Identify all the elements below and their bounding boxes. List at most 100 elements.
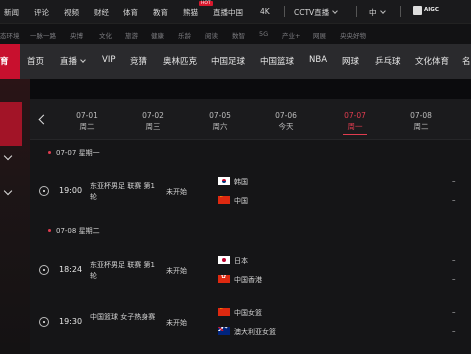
chevron-down-icon <box>332 8 339 14</box>
team-name: 韩国 <box>234 178 248 186</box>
flag-china-icon <box>218 196 230 204</box>
divider <box>356 6 357 17</box>
score-home: – <box>452 308 456 316</box>
team-name: 澳大利亚女篮 <box>234 328 276 336</box>
subnav-item[interactable]: 央博 <box>70 30 83 40</box>
match-time: 19:30 <box>59 317 83 326</box>
top-navigation: 新闻 评论 视频 财经 体育 教育 熊猫 HOT 直播中国 4K CCTV直播 … <box>0 0 471 23</box>
team-home: 韩国 <box>218 177 248 187</box>
subnav-item[interactable]: 央央好物 <box>340 30 366 40</box>
cctv-live-dropdown[interactable]: CCTV直播 <box>294 7 339 18</box>
language-label: 中 <box>369 8 377 17</box>
hot-badge: HOT <box>199 1 213 6</box>
subnav-item[interactable]: 产业+ <box>282 30 300 40</box>
score-away: – <box>452 327 456 335</box>
subnav-item[interactable]: 网展 <box>313 30 326 40</box>
match-status: 未开始 <box>166 319 187 327</box>
topnav-item-comment[interactable]: 评论 <box>34 7 49 18</box>
sportnav-item-table-tennis[interactable]: 乒乓球 <box>375 55 401 67</box>
left-background <box>0 79 30 354</box>
date-tab-day: 周二 <box>413 122 429 131</box>
chevron-down-icon <box>379 8 386 14</box>
sportnav-item-live-dropdown[interactable]: 直播 <box>60 55 86 67</box>
sports-navigation: 首页 直播 VIP 竞猜 奥林匹克 中国足球 中国篮球 NBA 网球 乒乓球 文… <box>0 44 471 79</box>
subnav-item[interactable]: 阅读 <box>205 30 218 40</box>
date-tab-date: 07-01 <box>76 111 98 120</box>
chevron-down-icon[interactable] <box>3 186 13 196</box>
sportnav-item-home[interactable]: 首页 <box>27 55 44 67</box>
day-header: 07-07 星期一 <box>48 148 100 158</box>
subnav-item[interactable]: 健康 <box>151 30 164 40</box>
topnav-item-panda[interactable]: 熊猫 <box>183 7 198 18</box>
topnav-item-4k[interactable]: 4K <box>260 7 270 16</box>
secondary-navigation: 态环境 一脉一路 央博 文化 旅游 健康 乐龄 阅读 数智 5G 产业+ 网展 … <box>0 23 471 44</box>
chevron-left-icon[interactable] <box>38 114 49 125</box>
date-tab[interactable]: 07-05 周六 <box>198 110 242 132</box>
flag-korea-icon <box>218 177 230 185</box>
aigc-logo[interactable]: AIGC <box>413 6 439 15</box>
topnav-item-news[interactable]: 新闻 <box>4 7 19 18</box>
topnav-item-education[interactable]: 教育 <box>153 7 168 18</box>
sportnav-item-more[interactable]: 名 <box>462 55 471 67</box>
subnav-item[interactable]: 一脉一路 <box>30 30 56 40</box>
subnav-item[interactable]: 态环境 <box>0 30 20 40</box>
day-header-label: 07-08 星期二 <box>56 227 100 235</box>
football-icon <box>39 265 49 275</box>
subnav-item[interactable]: 旅游 <box>125 30 138 40</box>
red-banner <box>0 102 22 146</box>
sports-logo[interactable]: 育 <box>0 44 20 79</box>
sportnav-item-olympics[interactable]: 奥林匹克 <box>163 55 197 67</box>
day-header-label: 07-07 星期一 <box>56 149 100 157</box>
sportnav-item-vip[interactable]: VIP <box>102 55 115 65</box>
match-title: 中国篮球 女子热身赛 <box>90 313 156 321</box>
date-tab-date: 07-08 <box>410 111 432 120</box>
date-tab-date: 07-07 <box>344 111 366 120</box>
score-home: – <box>452 256 456 264</box>
team-home: 日本 <box>218 256 248 266</box>
topnav-item-sports[interactable]: 体育 <box>123 7 138 18</box>
topnav-item-video[interactable]: 视频 <box>64 7 79 18</box>
topnav-item-live-china[interactable]: 直播中国 <box>213 7 243 18</box>
subnav-item[interactable]: 乐龄 <box>178 30 191 40</box>
aigc-icon <box>413 6 422 15</box>
divider <box>400 6 401 17</box>
date-tab[interactable]: 07-02 周三 <box>131 110 175 132</box>
sports-logo-text: 育 <box>0 57 9 67</box>
sportnav-item-nba[interactable]: NBA <box>309 55 327 65</box>
match-status: 未开始 <box>166 188 187 196</box>
match-status: 未开始 <box>166 267 187 275</box>
sportnav-item-tennis[interactable]: 网球 <box>342 55 359 67</box>
sportnav-item-china-football[interactable]: 中国足球 <box>211 55 245 67</box>
date-tab-day: 周三 <box>145 122 161 131</box>
date-tab-day: 今天 <box>278 122 294 131</box>
date-tab-date: 07-06 <box>275 111 297 120</box>
score-home: – <box>452 177 456 185</box>
flag-japan-icon <box>218 256 230 264</box>
date-tab[interactable]: 07-08 周二 <box>399 110 443 132</box>
flag-china-icon <box>218 308 230 316</box>
team-name: 中国 <box>234 197 248 205</box>
subnav-item[interactable]: 5G <box>259 30 268 38</box>
sportnav-item-china-basketball[interactable]: 中国篮球 <box>260 55 294 67</box>
sportnav-item-quiz[interactable]: 竞猜 <box>130 55 147 67</box>
sportnav-item-culture-sports[interactable]: 文化体育 <box>415 55 449 67</box>
red-dot-icon <box>48 151 51 154</box>
day-header: 07-08 星期二 <box>48 226 100 236</box>
date-tab-date: 07-05 <box>209 111 231 120</box>
team-away: 澳大利亚女篮 <box>218 327 276 337</box>
subnav-item[interactable]: 文化 <box>99 30 112 40</box>
language-dropdown[interactable]: 中 <box>369 7 386 18</box>
cctv-live-label: CCTV直播 <box>294 8 330 17</box>
divider <box>284 6 285 17</box>
date-tab[interactable]: 07-06 今天 <box>264 110 308 132</box>
date-tab-day: 周一 <box>347 122 363 131</box>
chevron-down-icon[interactable] <box>3 151 13 161</box>
football-icon <box>39 186 49 196</box>
date-tab[interactable]: 07-01 周二 <box>65 110 109 132</box>
subnav-item[interactable]: 数智 <box>232 30 245 40</box>
team-name: 中国女篮 <box>234 309 262 317</box>
schedule-panel: 07-01 周二 07-02 周三 07-05 周六 07-06 今天 07-07 周一 … <box>30 99 471 354</box>
sportnav-live-label: 直播 <box>60 57 78 67</box>
date-tab-active[interactable]: 07-07 周一 <box>333 110 377 135</box>
topnav-item-finance[interactable]: 财经 <box>94 7 109 18</box>
